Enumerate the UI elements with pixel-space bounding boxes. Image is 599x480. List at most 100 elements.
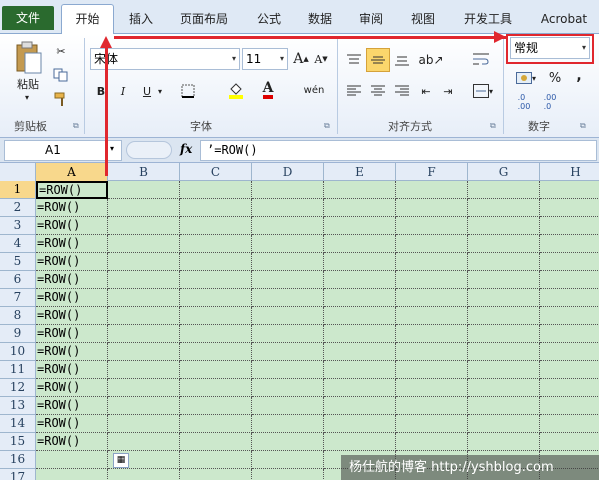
cell-d6[interactable] [252, 271, 324, 289]
row-header[interactable]: 11 [0, 361, 36, 379]
cell-a1[interactable]: =ROW() [36, 181, 108, 199]
cell-d2[interactable] [252, 199, 324, 217]
cell-g2[interactable] [468, 199, 540, 217]
cell-b2[interactable] [108, 199, 180, 217]
cell-b9[interactable] [108, 325, 180, 343]
cell-c15[interactable] [180, 433, 252, 451]
cell-h4[interactable] [540, 235, 599, 253]
column-header-d[interactable]: D [252, 163, 324, 181]
cell-e3[interactable] [324, 217, 396, 235]
column-header-g[interactable]: G [468, 163, 540, 181]
comma-style-button[interactable]: , [572, 68, 586, 84]
cell-h9[interactable] [540, 325, 599, 343]
row-header[interactable]: 13 [0, 397, 36, 415]
cell-c3[interactable] [180, 217, 252, 235]
paste-icon[interactable] [10, 38, 46, 78]
cell-e14[interactable] [324, 415, 396, 433]
cell-d13[interactable] [252, 397, 324, 415]
cell-f14[interactable] [396, 415, 468, 433]
cell-g9[interactable] [468, 325, 540, 343]
cell-a14[interactable]: =ROW() [36, 415, 108, 433]
name-box-dropdown-icon[interactable]: ▾ [110, 144, 114, 153]
cell-h11[interactable] [540, 361, 599, 379]
align-right-icon[interactable] [392, 82, 412, 100]
column-header-h[interactable]: H [540, 163, 599, 181]
cell-h2[interactable] [540, 199, 599, 217]
align-center-icon[interactable] [368, 82, 388, 100]
cell-h12[interactable] [540, 379, 599, 397]
format-painter-icon[interactable] [52, 90, 70, 108]
cell-b10[interactable] [108, 343, 180, 361]
cut-icon[interactable]: ✂ [52, 42, 70, 60]
row-header[interactable]: 1 [0, 181, 36, 199]
cell-g5[interactable] [468, 253, 540, 271]
row-header[interactable]: 17 [0, 469, 36, 480]
align-middle-icon[interactable] [366, 48, 390, 72]
increase-indent-icon[interactable]: ⇥ [438, 82, 458, 100]
cell-c9[interactable] [180, 325, 252, 343]
cell-g15[interactable] [468, 433, 540, 451]
tab-home[interactable]: 开始 [61, 4, 114, 35]
cell-a5[interactable]: =ROW() [36, 253, 108, 271]
cell-f11[interactable] [396, 361, 468, 379]
column-header-f[interactable]: F [396, 163, 468, 181]
cell-f7[interactable] [396, 289, 468, 307]
cell-d8[interactable] [252, 307, 324, 325]
cell-d4[interactable] [252, 235, 324, 253]
cell-a17[interactable] [36, 469, 108, 480]
merge-center-icon[interactable]: ▾ [470, 82, 496, 100]
cell-a2[interactable]: =ROW() [36, 199, 108, 217]
cell-g13[interactable] [468, 397, 540, 415]
cell-h13[interactable] [540, 397, 599, 415]
cell-h15[interactable] [540, 433, 599, 451]
paste-dropdown-icon[interactable]: ▾ [20, 92, 34, 102]
formula-toggle-icon[interactable] [126, 141, 172, 159]
row-header[interactable]: 7 [0, 289, 36, 307]
tab-acrobat[interactable]: Acrobat [536, 8, 592, 30]
cell-e13[interactable] [324, 397, 396, 415]
cell-b5[interactable] [108, 253, 180, 271]
cell-g7[interactable] [468, 289, 540, 307]
font-size-combo[interactable]: 11 ▾ [242, 48, 288, 70]
row-header[interactable]: 4 [0, 235, 36, 253]
cell-c6[interactable] [180, 271, 252, 289]
row-header[interactable]: 14 [0, 415, 36, 433]
row-header[interactable]: 12 [0, 379, 36, 397]
cell-f9[interactable] [396, 325, 468, 343]
cell-g8[interactable] [468, 307, 540, 325]
cell-f12[interactable] [396, 379, 468, 397]
align-bottom-icon[interactable] [392, 50, 412, 70]
cell-c1[interactable] [180, 181, 252, 199]
cell-b17[interactable] [108, 469, 180, 480]
tab-page-layout[interactable]: 页面布局 [176, 8, 232, 30]
cell-a13[interactable]: =ROW() [36, 397, 108, 415]
cell-e12[interactable] [324, 379, 396, 397]
cell-f4[interactable] [396, 235, 468, 253]
cell-d14[interactable] [252, 415, 324, 433]
underline-button[interactable]: U [140, 82, 154, 100]
cell-e10[interactable] [324, 343, 396, 361]
row-header[interactable]: 16 [0, 451, 36, 469]
font-name-combo[interactable]: 宋体▾ [90, 48, 240, 70]
cell-c14[interactable] [180, 415, 252, 433]
tab-formulas[interactable]: 公式 [254, 8, 284, 30]
cell-e15[interactable] [324, 433, 396, 451]
paste-options-icon[interactable]: ▦ [113, 453, 129, 468]
column-header-c[interactable]: C [180, 163, 252, 181]
cell-c7[interactable] [180, 289, 252, 307]
cell-c11[interactable] [180, 361, 252, 379]
cell-h7[interactable] [540, 289, 599, 307]
cell-e8[interactable] [324, 307, 396, 325]
cell-d7[interactable] [252, 289, 324, 307]
cell-a7[interactable]: =ROW() [36, 289, 108, 307]
wrap-text-icon[interactable] [470, 50, 492, 68]
cell-d16[interactable] [252, 451, 324, 469]
cell-a3[interactable]: =ROW() [36, 217, 108, 235]
tab-developer[interactable]: 开发工具 [460, 8, 516, 30]
cell-a4[interactable]: =ROW() [36, 235, 108, 253]
cell-g10[interactable] [468, 343, 540, 361]
paste-label[interactable]: 粘贴 [12, 76, 44, 92]
tab-file[interactable]: 文件 [2, 6, 54, 30]
cell-c17[interactable] [180, 469, 252, 480]
cell-e4[interactable] [324, 235, 396, 253]
